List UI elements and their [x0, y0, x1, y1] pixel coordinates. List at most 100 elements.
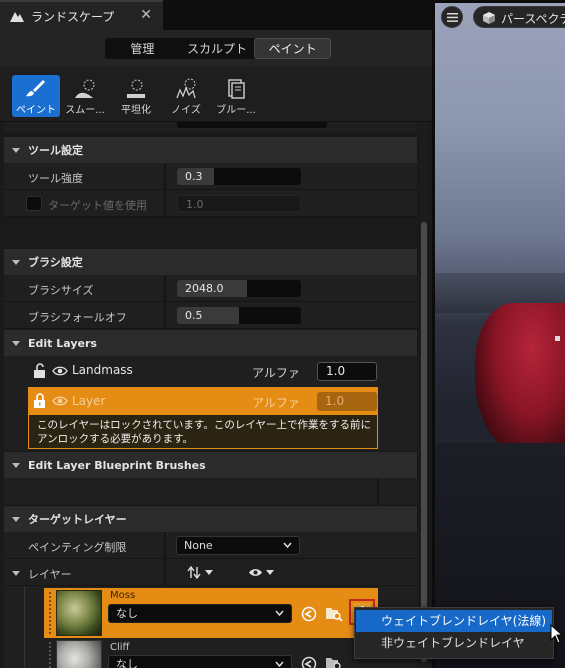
- mode-manage[interactable]: 管理: [105, 38, 180, 59]
- blueprint-brushes-body: [4, 478, 417, 506]
- layer-thumbnail: [56, 590, 102, 636]
- section-title: Edit Layers: [28, 336, 97, 350]
- visibility-filter-button[interactable]: [248, 564, 278, 581]
- mouse-cursor-icon: [550, 624, 564, 644]
- property-label: ターゲット値を使用: [48, 199, 147, 212]
- drag-handle[interactable]: [49, 592, 51, 634]
- chevron-down-icon: [12, 341, 20, 346]
- menu-item-weight-blended[interactable]: ウェイトブレンドレイヤ(法線): [356, 610, 552, 632]
- target-value-input: 1.0: [177, 195, 301, 212]
- value-text: 2048.0: [185, 282, 224, 295]
- tool-label: スムー...: [65, 105, 105, 116]
- viewport-menu-button[interactable]: [441, 6, 463, 28]
- row-brush-size: ブラシサイズ 2048.0: [4, 275, 417, 302]
- details-scroll-area: ツール設定 ツール強度 0.3 ターゲット値を使用 1.0 ブラシ設定 ブラシサ…: [0, 122, 432, 668]
- reset-icon[interactable]: [301, 606, 317, 622]
- chevron-down-icon: [283, 542, 292, 548]
- mode-paint[interactable]: ペイント: [254, 38, 332, 59]
- tool-noise[interactable]: ノイズ: [162, 75, 210, 117]
- section-blueprint-brushes[interactable]: Edit Layer Blueprint Brushes: [4, 452, 417, 478]
- edit-layer-row[interactable]: Landmass アルファ 1.0: [28, 359, 378, 384]
- layer-info-dropdown[interactable]: なし: [108, 655, 292, 668]
- section-title: Edit Layer Blueprint Brushes: [28, 458, 206, 472]
- row-use-target-value: ターゲット値を使用 1.0: [4, 190, 417, 217]
- layer-info-dropdown[interactable]: なし: [108, 604, 292, 623]
- tool-smooth[interactable]: スムー...: [61, 75, 109, 117]
- viewport-scene: [435, 3, 565, 668]
- chevron-down-icon: [12, 148, 20, 153]
- section-brush-settings[interactable]: ブラシ設定: [4, 249, 417, 275]
- red-object: [475, 303, 565, 453]
- layer-name: Landmass: [72, 363, 133, 377]
- row-brush-falloff: ブラシフォールオフ 0.5: [4, 302, 417, 329]
- alpha-label: アルファ: [252, 396, 300, 410]
- layer-thumbnail: [56, 640, 102, 668]
- alpha-label: アルファ: [252, 366, 300, 380]
- scrollbar-thumb[interactable]: [421, 222, 427, 662]
- row-layers-header: レイヤー: [4, 559, 417, 586]
- target-layer-item[interactable]: Cliff なし: [44, 640, 378, 668]
- sort-button[interactable]: [187, 564, 217, 581]
- chevron-down-icon: [275, 661, 284, 667]
- context-menu: ウェイトブレンドレイヤ(法線) 非ウェイトブレンドレイヤ: [354, 607, 554, 659]
- menu-item-non-weight-blended[interactable]: 非ウェイトブレンドレイヤ: [356, 632, 552, 654]
- tool-flatten[interactable]: 平坦化: [112, 75, 160, 117]
- row-paint-restriction: ペインティング制限 None: [4, 532, 417, 559]
- tool-label: ペイント: [16, 105, 56, 116]
- eye-icon[interactable]: [52, 365, 68, 377]
- tool-palette: ペイント スムー... 平坦化 ノイズ ブルー...: [0, 66, 432, 122]
- section-tool-settings[interactable]: ツール設定: [4, 137, 417, 163]
- lock-icon[interactable]: [33, 363, 47, 379]
- brush-falloff-input[interactable]: 0.5: [177, 307, 301, 324]
- value-text: 0.5: [185, 309, 203, 322]
- browse-folder-icon[interactable]: [325, 655, 344, 668]
- clipped-row: [4, 122, 417, 132]
- tool-label: ノイズ: [171, 105, 201, 116]
- use-target-checkbox[interactable]: [26, 196, 42, 211]
- mode-switcher: 管理 スカルプト ペイント: [105, 38, 332, 59]
- paint-restriction-dropdown[interactable]: None: [176, 536, 300, 555]
- sort-icon: [187, 566, 201, 579]
- chevron-down-icon[interactable]: [11, 568, 21, 578]
- smooth-icon: [75, 79, 95, 98]
- edit-layer-row-selected[interactable]: Layer アルファ 1.0: [28, 387, 378, 415]
- dropdown-value: None: [184, 539, 213, 552]
- tool-paint[interactable]: ペイント: [12, 75, 60, 117]
- lock-icon[interactable]: [33, 393, 47, 409]
- alpha-input[interactable]: 1.0: [317, 362, 377, 381]
- section-title: ツール設定: [28, 144, 83, 157]
- property-label: ツール強度: [28, 172, 83, 185]
- chevron-down-icon: [266, 570, 274, 575]
- mode-sculpt[interactable]: スカルプト: [180, 38, 255, 59]
- layer-name: Cliff: [110, 642, 130, 653]
- perspective-button[interactable]: パースペクテ: [473, 6, 565, 28]
- tool-strength-input[interactable]: 0.3: [177, 168, 301, 185]
- tool-label: ブルー...: [216, 105, 256, 116]
- section-target-layers[interactable]: ターゲットレイヤー: [4, 506, 417, 532]
- dropdown-value: なし: [116, 607, 138, 620]
- section-edit-layers[interactable]: Edit Layers: [4, 330, 417, 356]
- close-icon[interactable]: ✕: [140, 7, 152, 23]
- chevron-down-icon: [12, 260, 20, 265]
- eye-icon[interactable]: [52, 395, 68, 407]
- layer-name: Layer: [72, 394, 106, 408]
- drag-handle[interactable]: [49, 642, 51, 668]
- chevron-down-icon: [12, 463, 20, 468]
- row-tool-strength: ツール強度 0.3: [4, 163, 417, 190]
- flatten-icon: [127, 79, 145, 98]
- chevron-down-icon: [12, 517, 20, 522]
- viewport[interactable]: パースペクテ: [432, 0, 565, 668]
- chevron-down-icon: [275, 610, 284, 616]
- eye-icon: [249, 569, 262, 576]
- browse-folder-icon[interactable]: [325, 605, 344, 622]
- tool-blueprint[interactable]: ブルー...: [212, 75, 260, 117]
- tool-label: 平坦化: [121, 105, 151, 116]
- property-label: ペインティング制限: [28, 541, 127, 554]
- tab-landscape[interactable]: ランドスケープ ✕: [0, 0, 163, 30]
- locked-layer-warning: このレイヤーはロックされています。このレイヤー上で作業をする前にアンロックする必…: [28, 415, 378, 449]
- target-layer-item-selected[interactable]: Moss なし: [44, 588, 378, 638]
- perspective-label: パースペクテ: [501, 12, 565, 26]
- brush-size-input[interactable]: 2048.0: [177, 280, 301, 297]
- dropdown-value: なし: [116, 658, 138, 668]
- reset-icon[interactable]: [301, 656, 317, 668]
